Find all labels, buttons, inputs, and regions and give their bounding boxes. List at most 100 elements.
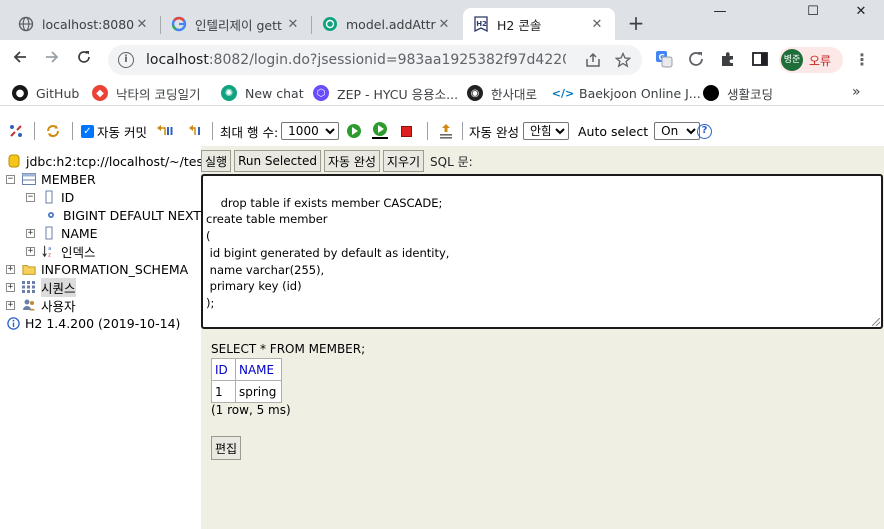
share-icon[interactable] — [584, 52, 602, 70]
tree-users[interactable]: + 사용자 — [6, 296, 76, 314]
zep-icon: ⬡ — [313, 85, 329, 101]
run-selected-icon[interactable] — [372, 122, 388, 140]
auto-select-group: Auto select On — [578, 122, 701, 140]
auto-complete-select[interactable]: 안함 — [522, 122, 569, 140]
expand-icon[interactable]: + — [6, 282, 15, 292]
help-icon[interactable]: ? — [697, 123, 712, 139]
url-text[interactable]: localhost:8082/login.do?jsessionid=983aa… — [146, 52, 566, 68]
stop-icon[interactable] — [401, 125, 412, 137]
tab-model-addattribute[interactable]: model.addAttrib ✕ — [312, 8, 462, 40]
auto-select-select[interactable]: On — [654, 122, 701, 140]
run-button-text[interactable]: 실행 — [201, 150, 232, 172]
collapse-icon[interactable]: − — [26, 192, 35, 202]
bookmark-opentutorials[interactable]: 생활코딩 — [703, 83, 773, 103]
bookmark-label: GitHub — [36, 85, 80, 101]
column-icon — [42, 226, 56, 240]
result-statement: SELECT * FROM MEMBER; — [211, 342, 366, 356]
table-header-row: ID NAME — [211, 358, 282, 381]
run-button[interactable] — [347, 122, 361, 140]
history-icon[interactable] — [437, 122, 455, 140]
expand-icon[interactable]: + — [26, 246, 35, 256]
side-panel-icon[interactable] — [750, 50, 770, 70]
edit-button[interactable]: 편집 — [211, 436, 242, 460]
column-header[interactable]: NAME — [235, 358, 282, 381]
run-selected-button[interactable]: Run Selected — [234, 150, 321, 172]
extension-refresh-icon[interactable] — [686, 50, 706, 70]
tree-indexes[interactable]: + az 인덱스 — [26, 242, 96, 260]
profile-button[interactable]: 병준 오류 — [779, 47, 843, 73]
bookmarks-overflow-button[interactable]: » — [852, 84, 861, 100]
tree-column-type[interactable]: BIGINT DEFAULT NEXT VALUE — [44, 206, 201, 224]
bookmarks-bar: ● GitHub ◆ 낙타의 코딩일기 ✺ New chat ⬡ ZEP - H… — [0, 80, 884, 106]
tree-information-schema[interactable]: + INFORMATION_SCHEMA — [6, 260, 188, 278]
minimize-button[interactable]: — — [705, 4, 735, 24]
close-icon[interactable]: ✕ — [436, 17, 452, 32]
toolbar-divider — [427, 122, 428, 140]
rollback-icon[interactable] — [155, 122, 175, 140]
avatar: 병준 — [781, 49, 803, 71]
autocommit-checkbox[interactable]: ✓ 자동 커밋 — [81, 122, 147, 140]
back-button[interactable] — [8, 48, 32, 72]
black-circle-icon — [703, 85, 719, 101]
checkbox-checked-icon[interactable]: ✓ — [81, 124, 94, 138]
forward-button[interactable] — [40, 48, 64, 72]
expand-icon[interactable]: + — [6, 300, 15, 310]
svg-text:H2: H2 — [476, 20, 487, 28]
sql-editor[interactable]: drop table if exists member CASCADE; cre… — [201, 174, 883, 329]
sql-text[interactable]: drop table if exists member CASCADE; cre… — [206, 196, 449, 310]
bookmark-new-chat[interactable]: ✺ New chat — [221, 83, 304, 103]
expand-icon[interactable]: + — [6, 264, 15, 274]
reload-button[interactable] — [72, 48, 96, 72]
bookmark-camel-blog[interactable]: ◆ 낙타의 코딩일기 — [92, 83, 200, 103]
clear-button[interactable]: 지우기 — [382, 150, 425, 172]
refresh-tree-icon[interactable] — [44, 122, 62, 140]
new-tab-button[interactable]: + — [624, 12, 648, 36]
resize-grip-icon[interactable] — [872, 318, 880, 326]
bookmark-label: New chat — [245, 85, 304, 101]
kebab-menu-icon[interactable]: ⋮ — [852, 50, 872, 70]
help-button[interactable]: ? — [697, 122, 712, 140]
commit-icon[interactable] — [187, 122, 207, 140]
bookmark-star-icon[interactable] — [614, 51, 632, 70]
bookmark-baekjoon[interactable]: </> Baekjoon Online J... — [552, 83, 701, 103]
expand-icon[interactable]: + — [26, 228, 35, 238]
bookmark-github[interactable]: ● GitHub — [12, 83, 79, 103]
tree-connection[interactable]: jdbc:h2:tcp://localhost/~/test — [7, 152, 201, 170]
maximize-button[interactable]: ☐ — [798, 4, 828, 24]
connection-label: jdbc:h2:tcp://localhost/~/test — [26, 153, 201, 169]
close-window-button[interactable]: ✕ — [846, 4, 876, 24]
bookmark-label: 생활코딩 — [727, 86, 774, 102]
tab-title: H2 콘솔 — [497, 17, 542, 33]
github-icon: ● — [12, 85, 28, 101]
close-icon[interactable]: ✕ — [589, 17, 605, 32]
close-icon[interactable]: ✕ — [285, 17, 301, 32]
puzzle-extensions-icon[interactable] — [718, 50, 738, 70]
site-info-icon[interactable]: i — [118, 52, 134, 68]
disconnect-icon[interactable] — [8, 122, 24, 140]
max-rows-select[interactable]: 1000 — [281, 122, 340, 140]
translate-extension-icon[interactable]: G — [654, 50, 674, 70]
tree-sequences[interactable]: + 시퀀스 — [6, 277, 76, 297]
auto-complete-button[interactable]: 자동 완성 — [323, 150, 380, 172]
run-icon[interactable] — [347, 124, 361, 138]
column-header[interactable]: ID — [211, 358, 236, 381]
collapse-icon[interactable]: − — [6, 174, 15, 184]
tree-table-member[interactable]: − MEMBER — [6, 170, 96, 188]
close-icon[interactable]: ✕ — [134, 17, 150, 32]
database-icon — [7, 154, 21, 168]
sql-statement-label: SQL 문: — [430, 154, 473, 169]
tree-column-id[interactable]: − ID — [26, 188, 74, 206]
tree-column-name[interactable]: + NAME — [26, 224, 98, 242]
auto-complete-label: 자동 완성 — [469, 124, 519, 140]
bookmark-hansadaero[interactable]: ◉ 한사대로 — [467, 83, 537, 103]
run-selected-toolbar-button[interactable] — [372, 122, 388, 140]
stop-button[interactable] — [401, 122, 412, 140]
tab-h2-console[interactable]: H2 H2 콘솔 ✕ — [463, 8, 615, 40]
tab-intellij[interactable]: 인텔리제이 gett ✕ — [161, 8, 311, 40]
bookmark-zep[interactable]: ⬡ ZEP - HYCU 응용소... — [313, 83, 458, 103]
address-bar[interactable]: i localhost:8082/login.do?jsessionid=983… — [108, 45, 642, 75]
tab-title: localhost:8080 — [42, 16, 134, 32]
url-host: localhost — [146, 52, 209, 68]
tab-localhost-8080[interactable]: localhost:8080 ✕ — [8, 8, 160, 40]
forward-arrow-icon — [46, 51, 59, 63]
